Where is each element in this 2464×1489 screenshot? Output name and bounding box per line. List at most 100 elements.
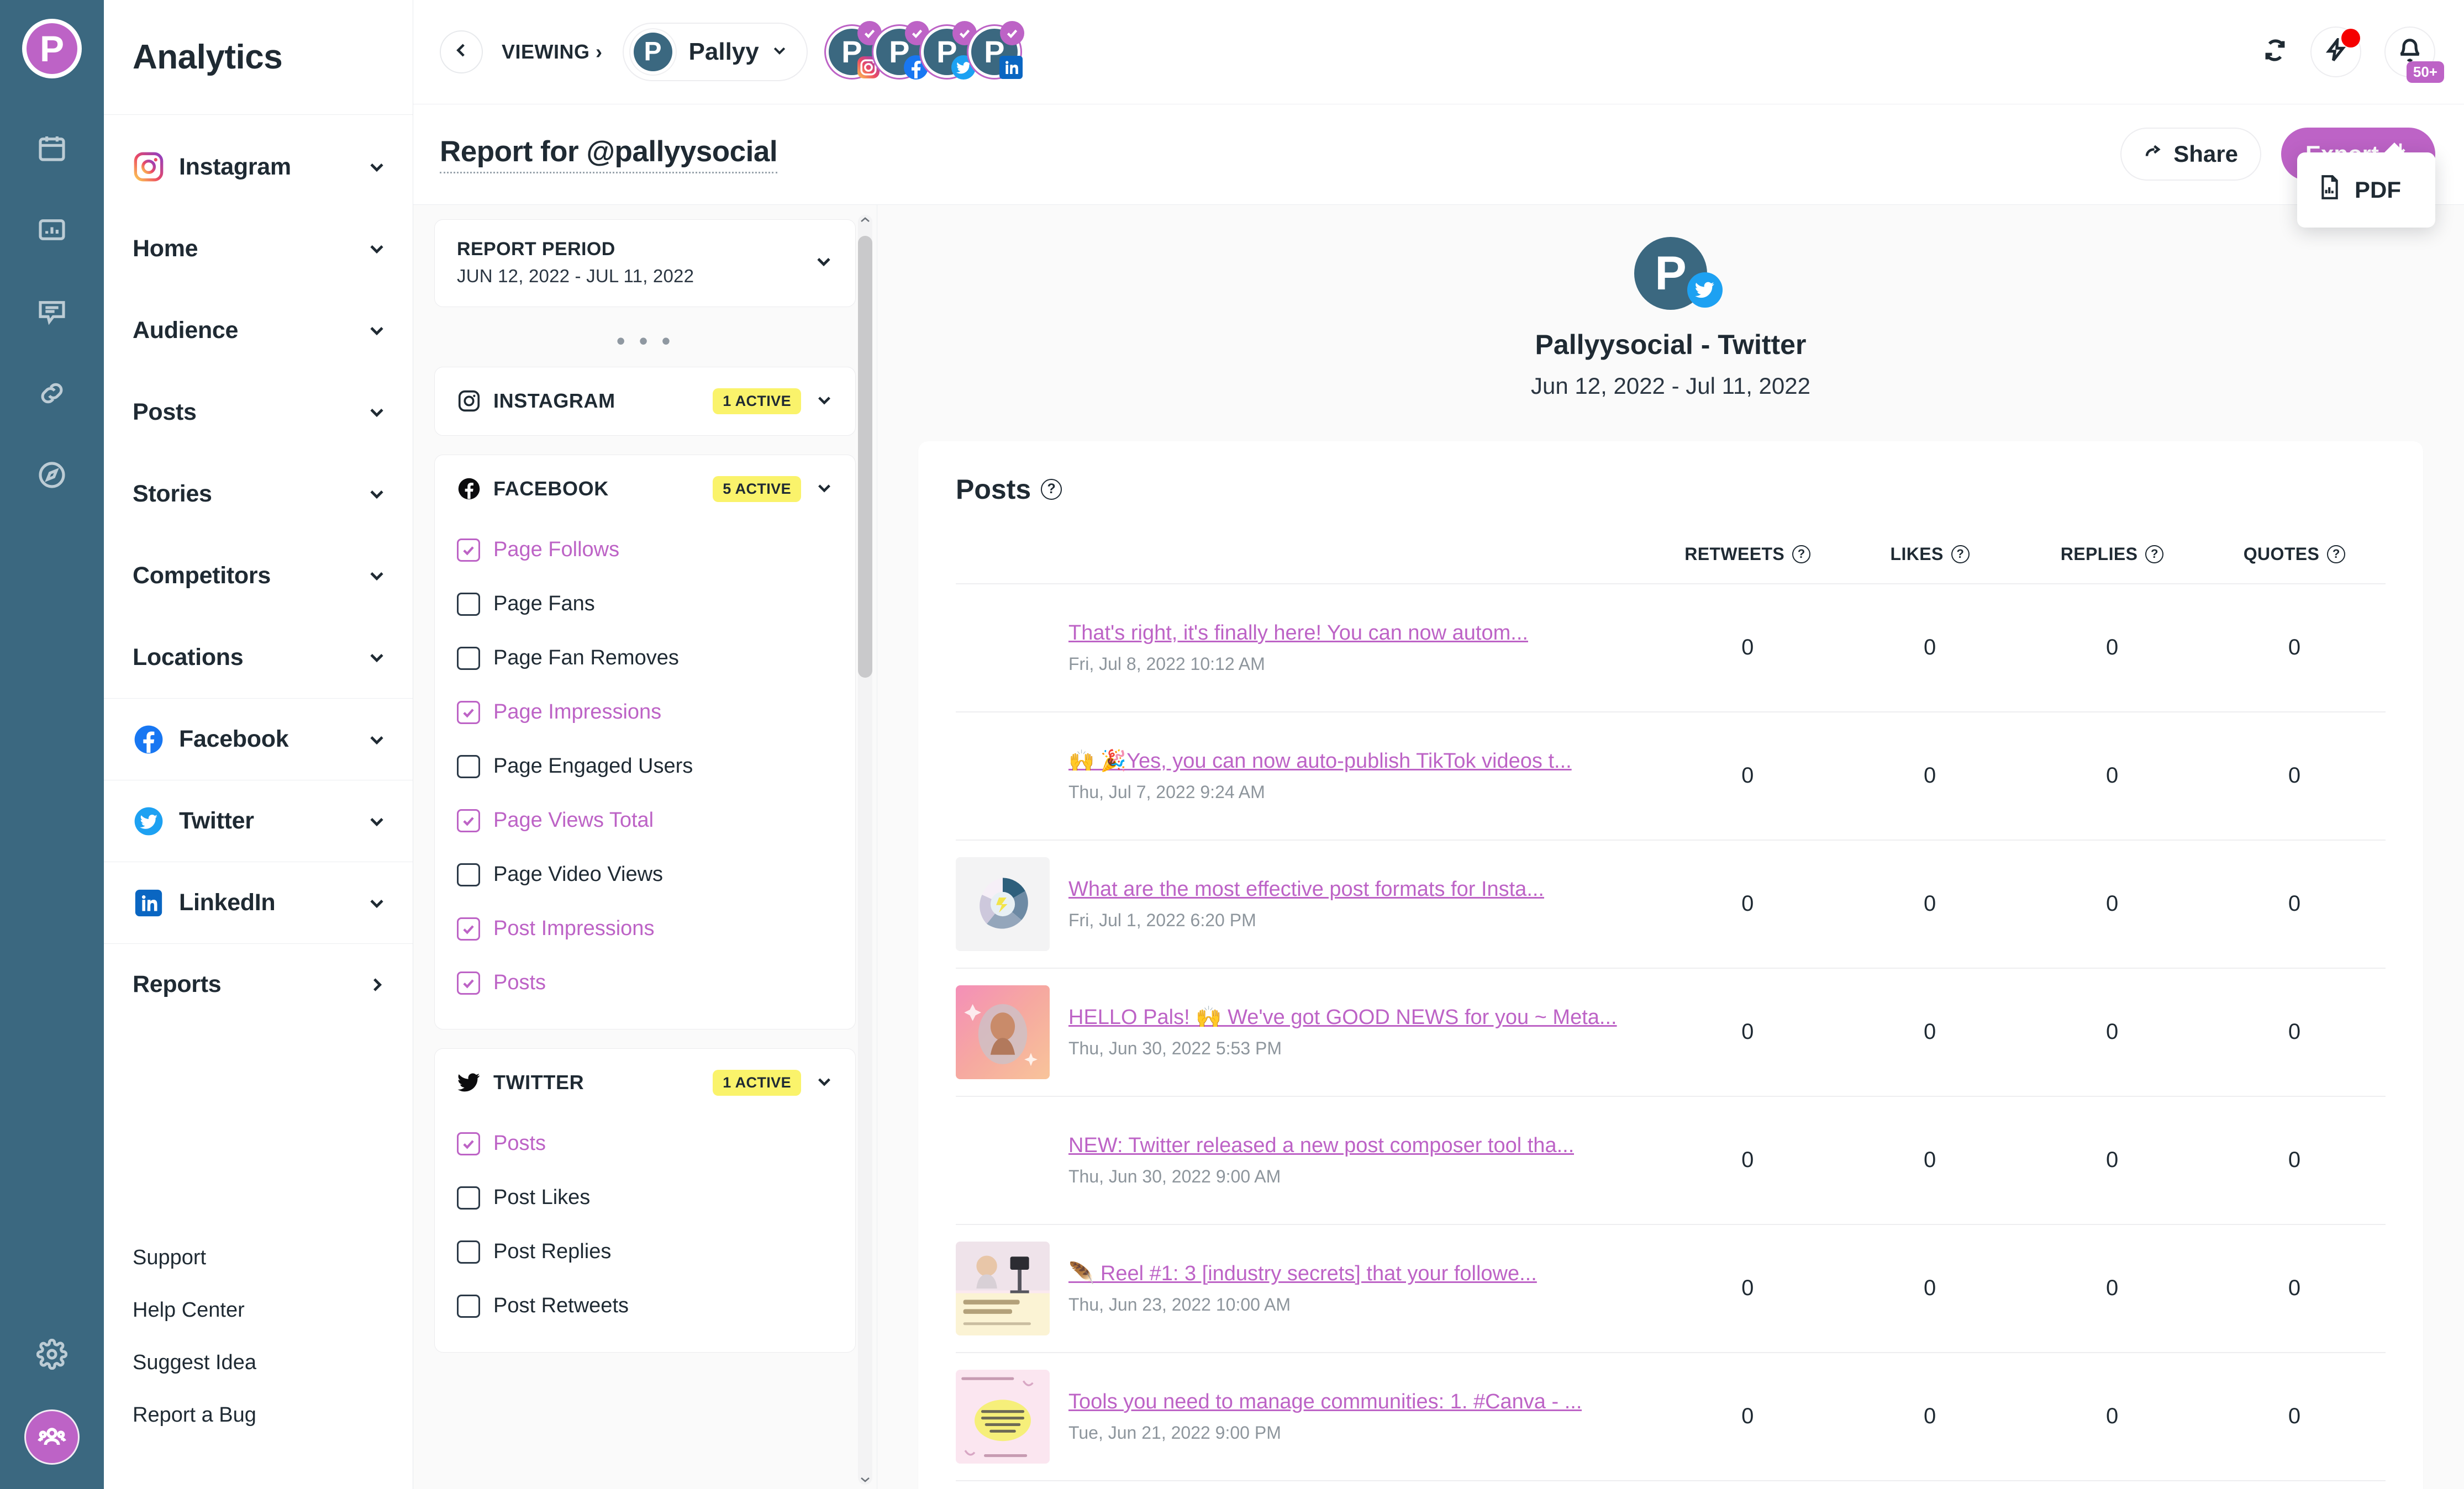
post-thumbnail[interactable] bbox=[956, 857, 1050, 951]
column-label: REPLIES bbox=[2060, 543, 2138, 564]
twitter-metric-list: Posts Post Likes Post Replies Post Retwe… bbox=[435, 1117, 855, 1352]
post-link[interactable]: Tools you need to manage communities: 1.… bbox=[1068, 1390, 1582, 1414]
cell-retweets: 0 bbox=[1656, 711, 1839, 840]
sidebar-item-reports[interactable]: Reports bbox=[104, 943, 413, 1025]
sidebar-item-stories[interactable]: Stories bbox=[104, 453, 413, 535]
section-header-facebook[interactable]: FACEBOOK 5 ACTIVE bbox=[435, 455, 855, 523]
section-header-instagram[interactable]: INSTAGRAM 1 ACTIVE bbox=[435, 367, 855, 435]
question-icon[interactable]: ? bbox=[1951, 545, 1970, 563]
chevron-down-icon bbox=[367, 239, 386, 258]
calendar-icon[interactable] bbox=[25, 122, 78, 175]
post-thumbnail[interactable] bbox=[956, 1369, 1050, 1464]
chevron-down-icon[interactable] bbox=[815, 391, 833, 411]
checkbox[interactable] bbox=[457, 646, 480, 670]
sidebar-item-instagram[interactable]: Instagram bbox=[104, 126, 413, 208]
checkbox[interactable] bbox=[457, 863, 480, 886]
icon-rail: P bbox=[0, 0, 104, 1489]
checkbox-row-page-impressions[interactable]: Page Impressions bbox=[457, 685, 833, 740]
sidebar-item-linkedin[interactable]: LinkedIn bbox=[104, 862, 413, 943]
export-option-pdf[interactable]: PDF bbox=[2297, 167, 2435, 213]
profile-chip-twitter[interactable]: P bbox=[919, 20, 977, 80]
checkbox[interactable] bbox=[457, 809, 480, 832]
post-thumbnail[interactable] bbox=[956, 1241, 1050, 1335]
link-icon[interactable] bbox=[25, 367, 78, 420]
post-link[interactable]: HELLO Pals! 🙌 We've got GOOD NEWS for yo… bbox=[1068, 1005, 1617, 1029]
sidebar-footer-links: Support Help Center Suggest Idea Report … bbox=[104, 1246, 413, 1489]
sidebar-item-home[interactable]: Home bbox=[104, 208, 413, 289]
back-button[interactable] bbox=[440, 30, 483, 73]
checkbox[interactable] bbox=[457, 700, 480, 724]
checkbox[interactable] bbox=[457, 592, 480, 616]
compass-icon[interactable] bbox=[25, 448, 78, 501]
sidebar-item-competitors[interactable]: Competitors bbox=[104, 535, 413, 616]
profile-chip-facebook[interactable]: P bbox=[871, 20, 929, 80]
scroll-down-icon[interactable] bbox=[860, 1476, 871, 1483]
post-link[interactable]: What are the most effective post formats… bbox=[1068, 878, 1544, 901]
account-selector[interactable]: P Pallyy bbox=[622, 22, 808, 81]
chevron-down-icon[interactable] bbox=[815, 1073, 833, 1093]
gear-icon[interactable] bbox=[25, 1328, 78, 1381]
question-icon[interactable]: ? bbox=[2145, 545, 2164, 563]
post-link[interactable]: 🙌 🎉Yes, you can now auto-publish TikTok … bbox=[1068, 749, 1572, 773]
sidebar-item-locations[interactable]: Locations bbox=[104, 616, 413, 698]
checkbox-row-post-likes[interactable]: Post Likes bbox=[457, 1171, 833, 1225]
checkbox-row-post-replies[interactable]: Post Replies bbox=[457, 1225, 833, 1279]
checkbox[interactable] bbox=[457, 1240, 480, 1264]
post-link[interactable]: That's right, it's finally here! You can… bbox=[1068, 621, 1528, 645]
profile-chip-instagram[interactable]: P bbox=[824, 20, 882, 80]
checkbox-row-post-retweets[interactable]: Post Retweets bbox=[457, 1279, 833, 1333]
section-header-twitter[interactable]: TWITTER 1 ACTIVE bbox=[435, 1049, 855, 1117]
checkbox[interactable] bbox=[457, 917, 480, 941]
post-thumbnail bbox=[956, 601, 1050, 695]
checkbox-row-post-impressions[interactable]: Post Impressions bbox=[457, 902, 833, 956]
checkbox-row-page-video-views[interactable]: Page Video Views bbox=[457, 848, 833, 902]
sidebar-item-audience[interactable]: Audience bbox=[104, 289, 413, 371]
drag-handle-dots[interactable]: • • • bbox=[434, 326, 856, 355]
report-period-card[interactable]: REPORT PERIOD JUN 12, 2022 - JUL 11, 202… bbox=[434, 219, 856, 307]
post-cell-inner: That's right, it's finally here! You can… bbox=[956, 601, 1656, 695]
notifications-button[interactable]: 50+ bbox=[2384, 26, 2444, 83]
checkbox-row-page-engaged-users[interactable]: Page Engaged Users bbox=[457, 740, 833, 794]
checkbox-row-page-follows[interactable]: Page Follows bbox=[457, 523, 833, 577]
checkbox-row-page-fans[interactable]: Page Fans bbox=[457, 577, 833, 631]
checkbox-row-twitter-posts[interactable]: Posts bbox=[457, 1117, 833, 1171]
checkbox[interactable] bbox=[457, 1132, 480, 1155]
cell-quotes: 0 bbox=[2203, 583, 2386, 712]
panel-scrollbar[interactable] bbox=[858, 214, 872, 1485]
checkbox[interactable] bbox=[457, 971, 480, 995]
footer-link-help-center[interactable]: Help Center bbox=[133, 1298, 413, 1322]
post-link[interactable]: NEW: Twitter released a new post compose… bbox=[1068, 1134, 1574, 1158]
share-button[interactable]: Share bbox=[2120, 128, 2261, 181]
question-icon[interactable]: ? bbox=[1041, 478, 1062, 500]
checkbox[interactable] bbox=[457, 538, 480, 562]
checkbox[interactable] bbox=[457, 754, 480, 778]
footer-link-suggest-idea[interactable]: Suggest Idea bbox=[133, 1351, 413, 1375]
footer-link-report-bug[interactable]: Report a Bug bbox=[133, 1403, 413, 1427]
app-logo[interactable]: P bbox=[22, 19, 82, 78]
sidebar-item-twitter[interactable]: Twitter bbox=[104, 780, 413, 862]
chevron-down-icon[interactable] bbox=[815, 479, 833, 499]
post-thumbnail[interactable] bbox=[956, 985, 1050, 1079]
sidebar-item-facebook[interactable]: Facebook bbox=[104, 698, 413, 780]
checkbox-row-page-fan-removes[interactable]: Page Fan Removes bbox=[457, 631, 833, 685]
sidebar-item-posts[interactable]: Posts bbox=[104, 371, 413, 453]
post-link[interactable]: 🪶 Reel #1: 3 [industry secrets] that you… bbox=[1068, 1261, 1537, 1286]
checkbox[interactable] bbox=[457, 1186, 480, 1210]
report-title[interactable]: Report for @pallyysocial bbox=[440, 135, 778, 174]
refresh-icon[interactable] bbox=[2263, 38, 2287, 65]
question-icon[interactable]: ? bbox=[2327, 545, 2346, 563]
quick-actions-button[interactable] bbox=[2310, 26, 2361, 77]
chevron-down-icon bbox=[367, 812, 386, 831]
checkbox[interactable] bbox=[457, 1294, 480, 1318]
comment-icon[interactable] bbox=[25, 285, 78, 338]
scroll-up-icon[interactable] bbox=[860, 216, 871, 224]
footer-link-support[interactable]: Support bbox=[133, 1246, 413, 1270]
chevron-down-icon[interactable] bbox=[814, 252, 833, 273]
bar-chart-icon[interactable] bbox=[25, 203, 78, 256]
scrollbar-thumb[interactable] bbox=[858, 235, 872, 678]
checkbox-row-posts[interactable]: Posts bbox=[457, 956, 833, 1010]
question-icon[interactable]: ? bbox=[1792, 545, 1811, 563]
people-avatar-icon[interactable] bbox=[24, 1409, 80, 1465]
profile-chip-linkedin[interactable]: P bbox=[966, 20, 1024, 80]
checkbox-row-page-views-total[interactable]: Page Views Total bbox=[457, 794, 833, 848]
